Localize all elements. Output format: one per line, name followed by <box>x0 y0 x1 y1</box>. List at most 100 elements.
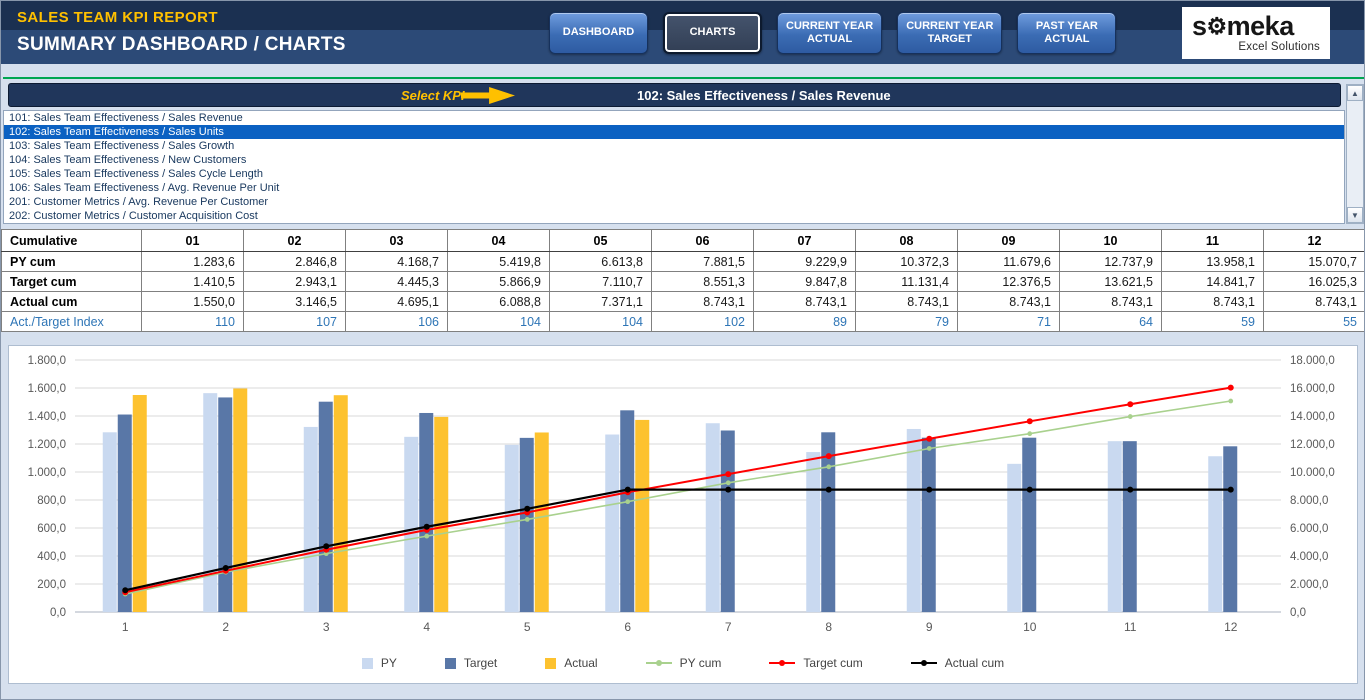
svg-text:0,0: 0,0 <box>50 607 66 619</box>
svg-text:12: 12 <box>1224 620 1238 634</box>
table-cell: 5.866,9 <box>448 272 550 292</box>
column-header: 01 <box>142 230 244 252</box>
kpi-option[interactable]: 104: Sales Team Effectiveness / New Cust… <box>4 153 1344 167</box>
table-cell: 11.131,4 <box>856 272 958 292</box>
svg-text:400,0: 400,0 <box>37 551 66 563</box>
table-cell: 8.743,1 <box>1162 292 1264 312</box>
table-cell: 104 <box>448 312 550 332</box>
legend-label: PY <box>381 656 397 670</box>
svg-text:8.000,0: 8.000,0 <box>1290 495 1328 507</box>
legend-line-marker <box>911 662 937 664</box>
column-header: 08 <box>856 230 958 252</box>
kpi-option[interactable]: 101: Sales Team Effectiveness / Sales Re… <box>4 111 1344 125</box>
table-cell: 71 <box>958 312 1060 332</box>
kpi-option[interactable]: 106: Sales Team Effectiveness / Avg. Rev… <box>4 181 1344 195</box>
kpi-select-bar: Select KPI 102: Sales Effectiveness / Sa… <box>8 83 1341 107</box>
listbox-scrollbar: ▲ ▼ <box>1346 84 1364 224</box>
svg-text:10: 10 <box>1023 620 1037 634</box>
table-cell: 8.551,3 <box>652 272 754 292</box>
svg-text:1.600,0: 1.600,0 <box>28 383 66 395</box>
row-label: Actual cum <box>2 292 142 312</box>
table-cell: 8.743,1 <box>958 292 1060 312</box>
svg-text:1.400,0: 1.400,0 <box>28 411 66 423</box>
table-cell: 7.371,1 <box>550 292 652 312</box>
table-cell: 16.025,3 <box>1264 272 1365 292</box>
kpi-option[interactable]: 105: Sales Team Effectiveness / Sales Cy… <box>4 167 1344 181</box>
column-header: 09 <box>958 230 1060 252</box>
kpi-combo-chart: 0,00,0200,02.000,0400,04.000,0600,06.000… <box>9 346 1357 646</box>
table-cell: 107 <box>244 312 346 332</box>
nav-button-past-year-actual[interactable]: PAST YEAR ACTUAL <box>1017 12 1116 54</box>
header: SALES TEAM KPI REPORT SUMMARY DASHBOARD … <box>1 1 1364 64</box>
table-cell: 8.743,1 <box>652 292 754 312</box>
table-cell: 13.621,5 <box>1060 272 1162 292</box>
page: SALES TEAM KPI REPORT SUMMARY DASHBOARD … <box>0 0 1365 700</box>
table-cell: 6.613,8 <box>550 252 652 272</box>
legend-item-target: Target <box>445 656 497 670</box>
logo-brand: s⚙meka <box>1192 13 1320 40</box>
table-cell: 64 <box>1060 312 1162 332</box>
table-cell: 8.743,1 <box>856 292 958 312</box>
column-header: 03 <box>346 230 448 252</box>
svg-text:16.000,0: 16.000,0 <box>1290 383 1335 395</box>
table-cell: 102 <box>652 312 754 332</box>
table-cell: 55 <box>1264 312 1365 332</box>
scroll-down-button[interactable]: ▼ <box>1347 207 1363 223</box>
column-header: 02 <box>244 230 346 252</box>
table-row: PY cum1.283,62.846,84.168,75.419,86.613,… <box>2 252 1365 272</box>
legend-label: Actual cum <box>945 656 1004 670</box>
table-cell: 2.943,1 <box>244 272 346 292</box>
nav-button-charts[interactable]: CHARTS <box>663 12 762 54</box>
svg-text:600,0: 600,0 <box>37 523 66 535</box>
kpi-listbox: 101: Sales Team Effectiveness / Sales Re… <box>3 110 1345 224</box>
report-title: SALES TEAM KPI REPORT <box>17 9 218 26</box>
column-header: 04 <box>448 230 550 252</box>
table-cell: 1.550,0 <box>142 292 244 312</box>
table-cell: 9.229,9 <box>754 252 856 272</box>
selected-kpi-title: 102: Sales Effectiveness / Sales Revenue <box>637 88 891 103</box>
kpi-option[interactable]: 102: Sales Team Effectiveness / Sales Un… <box>4 125 1344 139</box>
svg-text:0,0: 0,0 <box>1290 607 1306 619</box>
svg-text:3: 3 <box>323 620 330 634</box>
page-subtitle: SUMMARY DASHBOARD / CHARTS <box>17 34 346 56</box>
nav-button-current-year-target[interactable]: CURRENT YEAR TARGET <box>897 12 1002 54</box>
legend-label: Target <box>464 656 497 670</box>
legend-item-target-cum: Target cum <box>769 656 862 670</box>
nav-button-dashboard[interactable]: DASHBOARD <box>549 12 648 54</box>
svg-text:8: 8 <box>825 620 832 634</box>
table-cell: 12.376,5 <box>958 272 1060 292</box>
cumulative-table: Cumulative010203040506070809101112PY cum… <box>1 229 1365 332</box>
scroll-track[interactable] <box>1347 101 1363 207</box>
nav-button-current-year-actual[interactable]: CURRENT YEAR ACTUAL <box>777 12 882 54</box>
table-cell: 14.841,7 <box>1162 272 1264 292</box>
legend-item-py: PY <box>362 656 397 670</box>
legend-label: Actual <box>564 656 597 670</box>
table-cell: 15.070,7 <box>1264 252 1365 272</box>
legend-item-py-cum: PY cum <box>646 656 722 670</box>
scroll-up-button[interactable]: ▲ <box>1347 85 1363 101</box>
kpi-option[interactable]: 201: Customer Metrics / Avg. Revenue Per… <box>4 195 1344 209</box>
nav-tabs: DASHBOARD CHARTS CURRENT YEAR ACTUAL CURREN… <box>549 11 1116 55</box>
table-cell: 11.679,6 <box>958 252 1060 272</box>
kpi-chart-panel: 0,00,0200,02.000,0400,04.000,0600,06.000… <box>8 345 1358 684</box>
legend-line-marker <box>646 662 672 664</box>
kpi-option[interactable]: 103: Sales Team Effectiveness / Sales Gr… <box>4 139 1344 153</box>
svg-text:6: 6 <box>624 620 631 634</box>
column-header: 05 <box>550 230 652 252</box>
table-cell: 104 <box>550 312 652 332</box>
table-cell: 8.743,1 <box>1060 292 1162 312</box>
table-row: Target cum1.410,52.943,14.445,35.866,97.… <box>2 272 1365 292</box>
table-cell: 12.737,9 <box>1060 252 1162 272</box>
table-cell: 6.088,8 <box>448 292 550 312</box>
arrow-right-icon <box>461 87 515 104</box>
kpi-option[interactable]: 202: Customer Metrics / Customer Acquisi… <box>4 209 1344 223</box>
table-cell: 110 <box>142 312 244 332</box>
legend-label: PY cum <box>680 656 722 670</box>
row-label: PY cum <box>2 252 142 272</box>
gear-icon: ⚙ <box>1207 15 1227 38</box>
row-label: Target cum <box>2 272 142 292</box>
svg-text:6.000,0: 6.000,0 <box>1290 523 1328 535</box>
legend-item-actual: Actual <box>545 656 597 670</box>
someka-logo: s⚙meka Excel Solutions <box>1182 7 1330 59</box>
svg-text:4: 4 <box>423 620 430 634</box>
